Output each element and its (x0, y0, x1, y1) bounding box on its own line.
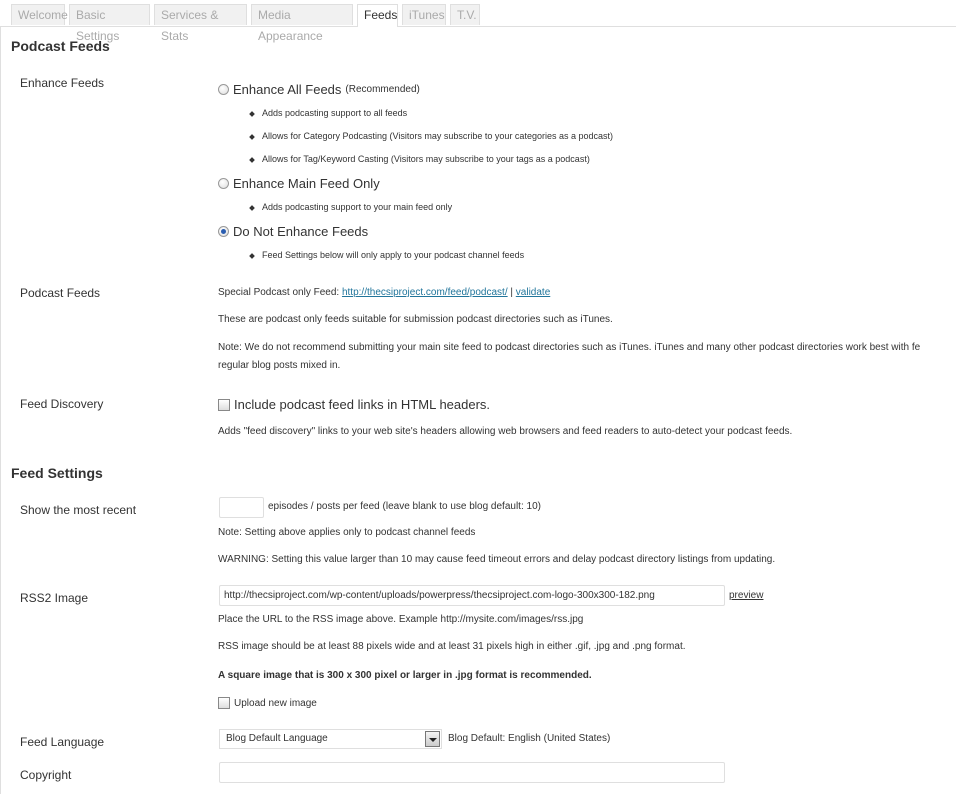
feed-discovery-checkbox-label: Include podcast feed links in HTML heade… (234, 397, 491, 412)
radio-enhance-main-feed-only[interactable]: Enhance Main Feed Only (218, 176, 380, 191)
validate-link[interactable]: validate (516, 287, 550, 298)
bullet-item: Feed Settings below will only apply to y… (249, 250, 525, 260)
settings-tabs: Welcome Basic Settings Services & Stats … (0, 0, 956, 43)
enhance-feeds-label: Enhance Feeds (20, 76, 105, 90)
tab-media-appearance[interactable]: Media Appearance (251, 4, 353, 43)
rss2-image-help2: RSS image should be at least 88 pixels w… (218, 641, 686, 652)
feed-discovery-checkbox[interactable] (218, 398, 230, 411)
bullet-text: Adds podcasting support to all feeds (262, 108, 408, 118)
bullet-item: Adds podcasting support to your main fee… (249, 202, 453, 212)
link-separator: | (510, 287, 514, 298)
rss2-image-label: RSS2 Image (20, 591, 89, 605)
show-most-recent-label: Show the most recent (20, 503, 137, 517)
bullet-item: Adds podcasting support to all feeds (249, 108, 408, 118)
section-heading-podcast-feeds: Podcast Feeds (11, 38, 110, 54)
tab-tv[interactable]: T.V. (450, 4, 480, 25)
podcast-feeds-label: Podcast Feeds (20, 286, 101, 300)
bullet-text: Allows for Category Podcasting (Visitors… (262, 131, 613, 141)
rss2-image-help1: Place the URL to the RSS image above. Ex… (218, 614, 584, 625)
feed-language-selected: Blog Default Language (226, 733, 328, 744)
podcast-feeds-description: These are podcast only feeds suitable fo… (218, 314, 613, 325)
feed-language-label: Feed Language (20, 735, 105, 749)
episodes-count-suffix: episodes / posts per feed (leave blank t… (268, 501, 541, 512)
tab-basic-settings[interactable]: Basic Settings (69, 4, 150, 43)
copyright-input[interactable] (219, 762, 725, 783)
bullet-text: Allows for Tag/Keyword Casting (Visitors… (262, 154, 590, 164)
feed-discovery-description: Adds "feed discovery" links to your web … (218, 426, 793, 437)
tab-services-stats[interactable]: Services & Stats (154, 4, 247, 43)
podcast-feed-link[interactable]: http://thecsiproject.com/feed/podcast/ (342, 287, 508, 298)
tab-feeds[interactable]: Feeds (357, 4, 398, 27)
bullet-icon (249, 133, 255, 140)
special-feed-line: Special Podcast only Feed: http://thecsi… (218, 287, 550, 298)
recommended-note: (Recommended) (345, 84, 420, 95)
episodes-count-note: Note: Setting above applies only to podc… (218, 527, 476, 538)
tab-itunes[interactable]: iTunes (402, 4, 446, 25)
radio-label: Enhance Main Feed Only (233, 176, 380, 191)
bullet-icon (249, 252, 255, 259)
radio-enhance-all-feeds[interactable]: Enhance All Feeds (Recommended) (218, 82, 420, 97)
bullet-item: Allows for Tag/Keyword Casting (Visitors… (249, 154, 590, 164)
podcast-feeds-note-line1: Note: We do not recommend submitting you… (218, 342, 921, 353)
upload-new-image-checkbox[interactable] (218, 697, 230, 709)
rss2-image-preview-link[interactable]: preview (729, 590, 763, 601)
episodes-count-input[interactable] (219, 497, 264, 518)
feed-language-select[interactable]: Blog Default Language (219, 729, 442, 749)
podcast-feeds-note-line2: regular blog posts mixed in. (218, 360, 341, 371)
special-feed-prefix: Special Podcast only Feed: (218, 287, 340, 298)
episodes-count-warning: WARNING: Setting this value larger than … (218, 554, 776, 565)
bullet-item: Allows for Category Podcasting (Visitors… (249, 131, 613, 141)
rss2-image-url-input[interactable] (219, 585, 725, 606)
rss2-image-recommendation: A square image that is 300 x 300 pixel o… (218, 670, 592, 681)
bullet-icon (249, 110, 255, 117)
radio-label: Enhance All Feeds (233, 82, 342, 97)
radio-label: Do Not Enhance Feeds (233, 224, 369, 239)
bullet-text: Feed Settings below will only apply to y… (262, 250, 525, 260)
bullet-icon (249, 204, 255, 211)
tab-welcome[interactable]: Welcome (11, 4, 68, 25)
radio-button[interactable] (218, 84, 229, 95)
copyright-label: Copyright (20, 768, 72, 782)
radio-do-not-enhance-feeds[interactable]: Do Not Enhance Feeds (218, 224, 368, 239)
feed-discovery-label: Feed Discovery (20, 397, 104, 411)
bullet-text: Adds podcasting support to your main fee… (262, 202, 453, 212)
feed-discovery-option[interactable]: Include podcast feed links in HTML heade… (218, 397, 490, 412)
dropdown-arrow-icon[interactable] (425, 731, 440, 747)
radio-button-selected[interactable] (218, 226, 229, 237)
feed-language-default-note: Blog Default: English (United States) (448, 733, 611, 744)
section-heading-feed-settings: Feed Settings (11, 465, 103, 481)
upload-new-image-option[interactable]: Upload new image (218, 697, 317, 709)
bullet-icon (249, 156, 255, 163)
radio-button[interactable] (218, 178, 229, 189)
upload-new-image-label: Upload new image (234, 697, 317, 709)
